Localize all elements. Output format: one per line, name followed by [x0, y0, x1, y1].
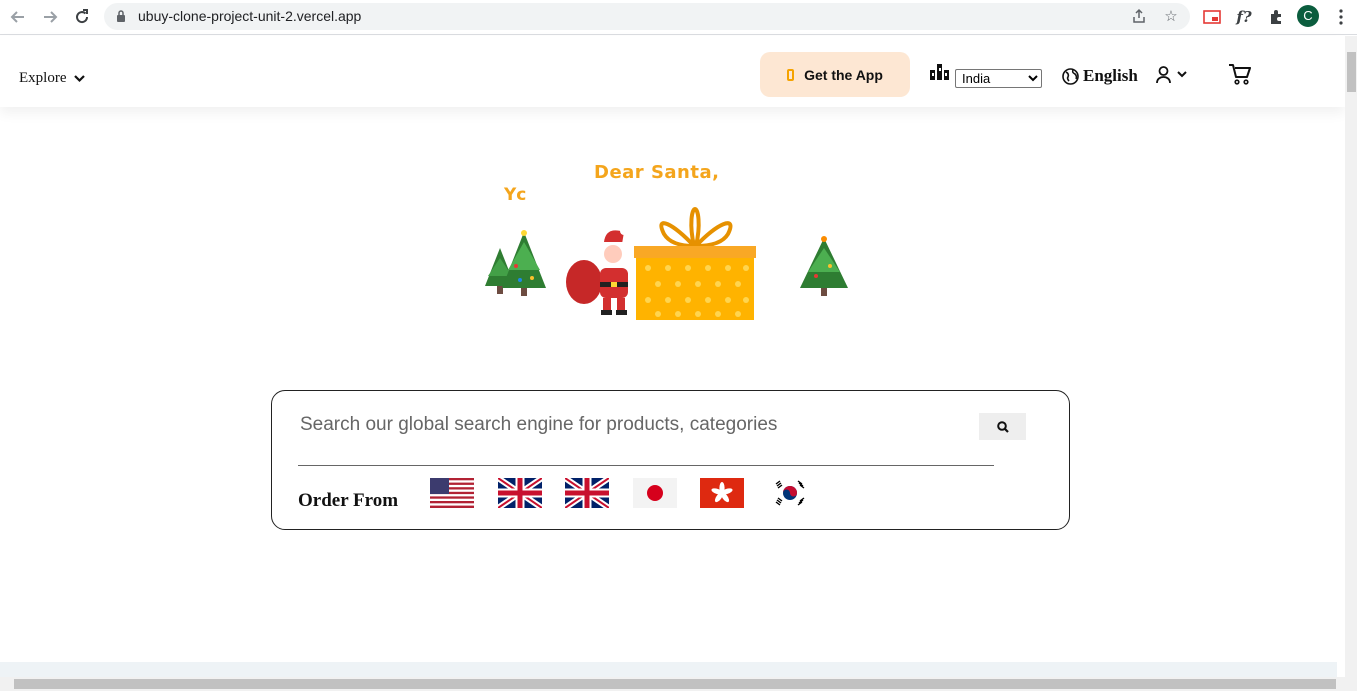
bookmark-star-icon[interactable]: ☆ [1162, 8, 1180, 26]
horizontal-scrollbar[interactable] [0, 677, 1345, 691]
search-button[interactable] [979, 413, 1026, 440]
chevron-down-icon [1177, 71, 1187, 78]
us-flag-icon[interactable] [430, 478, 474, 508]
vertical-scrollbar-thumb[interactable] [1347, 52, 1356, 92]
search-card: Order From [271, 390, 1070, 530]
extension-fx-icon[interactable]: f? [1233, 6, 1255, 28]
extensions-puzzle-icon[interactable] [1265, 6, 1287, 28]
url-text: ubuy-clone-project-unit-2.vercel.app [138, 8, 362, 24]
vertical-scrollbar[interactable] [1345, 36, 1357, 691]
order-from-label: Order From [298, 490, 399, 511]
lock-icon [117, 10, 125, 22]
explore-menu[interactable]: Explore [19, 70, 86, 87]
gift-box-icon [634, 206, 756, 320]
user-icon [1156, 66, 1171, 83]
search-divider [298, 465, 994, 466]
explore-label: Explore [19, 70, 67, 86]
christmas-banner: Dear Santa, Yc [380, 150, 960, 360]
store-icon [930, 64, 949, 80]
chevron-down-icon [74, 74, 86, 82]
picture-in-picture-icon[interactable] [1201, 6, 1223, 28]
christmas-tree-icon [800, 236, 848, 296]
banner-heading: Dear Santa, [594, 162, 720, 183]
profile-avatar[interactable]: C [1297, 5, 1319, 27]
language-label: English [1083, 66, 1138, 85]
south-korea-flag-icon[interactable] [768, 478, 812, 508]
get-app-label: Get the App [804, 66, 883, 83]
site-header: Explore Get the App India English [0, 36, 1345, 107]
japan-flag-icon[interactable] [633, 478, 677, 508]
hong-kong-flag-icon[interactable] [700, 478, 744, 508]
cart-icon[interactable] [1228, 63, 1251, 85]
account-menu[interactable] [1156, 66, 1187, 83]
footer-edge [0, 662, 1337, 677]
uk-flag-icon[interactable] [498, 478, 542, 508]
browser-toolbar: ubuy-clone-project-unit-2.vercel.app ☆ f… [0, 0, 1357, 35]
forward-icon[interactable] [38, 6, 62, 28]
address-bar[interactable]: ubuy-clone-project-unit-2.vercel.app ☆ [104, 3, 1190, 30]
language-selector[interactable]: English [1062, 66, 1138, 86]
search-input[interactable] [300, 409, 970, 441]
horizontal-scrollbar-thumb[interactable] [14, 679, 1336, 689]
kebab-menu-icon[interactable] [1330, 6, 1352, 28]
get-app-button[interactable]: Get the App [760, 52, 910, 97]
search-icon [996, 420, 1009, 433]
phone-icon [787, 68, 795, 81]
back-icon[interactable] [6, 6, 30, 28]
banner-partial-text: Yc [504, 185, 527, 205]
share-icon[interactable] [1130, 8, 1148, 26]
country-select[interactable]: India [955, 69, 1042, 88]
reload-icon[interactable] [70, 6, 94, 28]
globe-icon [1062, 67, 1079, 85]
uk-flag-icon[interactable] [565, 478, 609, 508]
christmas-tree-icon [485, 230, 546, 296]
